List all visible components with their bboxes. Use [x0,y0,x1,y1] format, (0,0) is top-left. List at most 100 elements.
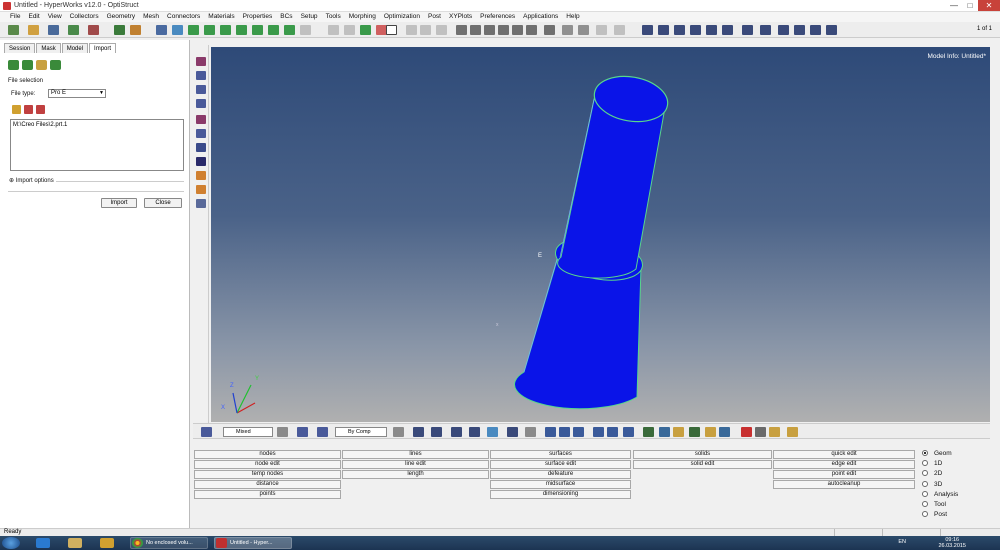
pin-icon[interactable] [787,427,798,437]
find-icon[interactable] [156,25,167,35]
section-icon[interactable] [431,427,442,437]
display2-icon[interactable] [420,25,431,35]
media-player-icon[interactable] [100,538,114,548]
language-indicator[interactable]: EN [898,539,906,545]
tab-mask[interactable]: Mask [36,43,61,53]
menu-collectors[interactable]: Collectors [66,12,103,22]
prev-icon[interactable] [545,427,556,437]
minimize-button[interactable]: — [946,0,962,11]
import-connectors-icon[interactable] [50,60,61,70]
panel-line-edit[interactable]: line edit [342,460,489,469]
toolbar-icon-9[interactable] [196,171,206,180]
import-icon[interactable] [68,25,79,35]
delete-icon[interactable] [344,25,355,35]
menu-view[interactable]: View [44,12,66,22]
view-iso3-icon[interactable] [778,25,789,35]
menu-bcs[interactable]: BCs [276,12,296,22]
radio-2d[interactable]: 2D [922,470,942,477]
import-solver-deck-icon[interactable] [22,60,33,70]
options-icon[interactable] [130,25,141,35]
panel-solids[interactable]: solids [633,450,772,459]
view-right-icon[interactable] [690,25,701,35]
radio-post[interactable]: Post [922,511,947,518]
menu-mesh[interactable]: Mesh [139,12,163,22]
menu-setup[interactable]: Setup [297,12,322,22]
menu-edit[interactable]: Edit [24,12,43,22]
view-iso-icon[interactable] [742,25,753,35]
display3-icon[interactable] [436,25,447,35]
panel-distance[interactable]: distance [194,480,341,489]
elem-color-icon[interactable] [277,427,288,437]
menu-materials[interactable]: Materials [204,12,238,22]
clipping-icon[interactable] [413,427,424,437]
node-icon[interactable] [188,25,199,35]
graphics-viewport[interactable]: Model Info: Untitled* E x Y Z X [211,47,990,422]
wire-icon[interactable] [578,25,589,35]
redo-icon[interactable] [328,25,339,35]
view-iso5-icon[interactable] [810,25,821,35]
minus-icon[interactable] [593,427,604,437]
toolbar-icon-7[interactable] [196,143,206,152]
view-back-icon[interactable] [658,25,669,35]
radio-geom[interactable]: Geom [922,450,952,457]
next-icon[interactable] [559,427,570,437]
import-button[interactable]: Import [101,198,137,208]
toolbar-icon-3[interactable] [196,85,206,94]
geom-color-icon[interactable] [297,427,308,437]
zoom-icon[interactable] [470,25,481,35]
mat-icon[interactable] [284,25,295,35]
view-top-icon[interactable] [706,25,717,35]
tab-model[interactable]: Model [61,43,89,53]
menu-preferences[interactable]: Preferences [476,12,519,22]
property-icon[interactable] [705,427,716,437]
panel-quick-edit[interactable]: quick edit [773,450,915,459]
menu-applications[interactable]: Applications [519,12,562,22]
ie-icon[interactable] [36,538,50,548]
group-icon[interactable] [643,427,654,437]
select-files-icon[interactable] [24,105,33,114]
import-options-toggle[interactable]: ⊕ Import options [9,177,54,184]
menu-morphing[interactable]: Morphing [345,12,380,22]
import-geometry-icon[interactable] [36,60,47,70]
solid-geom-icon[interactable] [317,427,328,437]
radio-1d[interactable]: 1D [922,460,942,467]
open-model-icon[interactable] [28,25,39,35]
mask-entity-icon[interactable] [769,427,780,437]
surface-icon[interactable] [220,25,231,35]
user-profile-icon[interactable] [114,25,125,35]
view-iso6-icon[interactable] [826,25,837,35]
folder-icon[interactable] [12,105,21,114]
fit-icon[interactable] [544,25,555,35]
file-list[interactable]: M:\Creo Files\2.prt.1 [10,119,184,171]
panel-point-edit[interactable]: point edit [773,470,915,479]
save-model-icon[interactable] [48,25,59,35]
box-entity-icon[interactable] [755,427,766,437]
panel-edge-edit[interactable]: edge edit [773,460,915,469]
mask-icon[interactable] [596,25,607,35]
toolbar-icon-6[interactable] [196,129,206,138]
close-button[interactable]: ✕ [978,0,1000,11]
menu-help[interactable]: Help [562,12,583,22]
view-front-icon[interactable] [642,25,653,35]
rotate-icon[interactable] [512,25,523,35]
maximize-button[interactable]: □ [962,0,978,11]
menu-file[interactable]: File [6,12,24,22]
folder2-icon[interactable] [673,427,684,437]
menu-post[interactable]: Post [424,12,445,22]
color-mode-dropdown[interactable]: By Comp [335,427,387,437]
tab-import[interactable]: Import [89,43,117,53]
material-icon[interactable] [689,427,700,437]
start-button[interactable] [2,537,20,549]
panel-length[interactable]: length [342,470,489,479]
shade-icon[interactable] [562,25,573,35]
comp-browser-icon[interactable] [469,427,480,437]
panel-defeature[interactable]: defeature [490,470,631,479]
toolbar-icon-1[interactable] [196,57,206,66]
elem-icon[interactable] [252,25,263,35]
shaded-icon[interactable] [201,427,212,437]
new-model-icon[interactable] [8,25,19,35]
clock[interactable]: 09:16 26.03.2015 [938,537,966,549]
menu-tools[interactable]: Tools [322,12,345,22]
radio-3d[interactable]: 3D [922,481,942,488]
screenshot-icon[interactable] [487,427,498,437]
